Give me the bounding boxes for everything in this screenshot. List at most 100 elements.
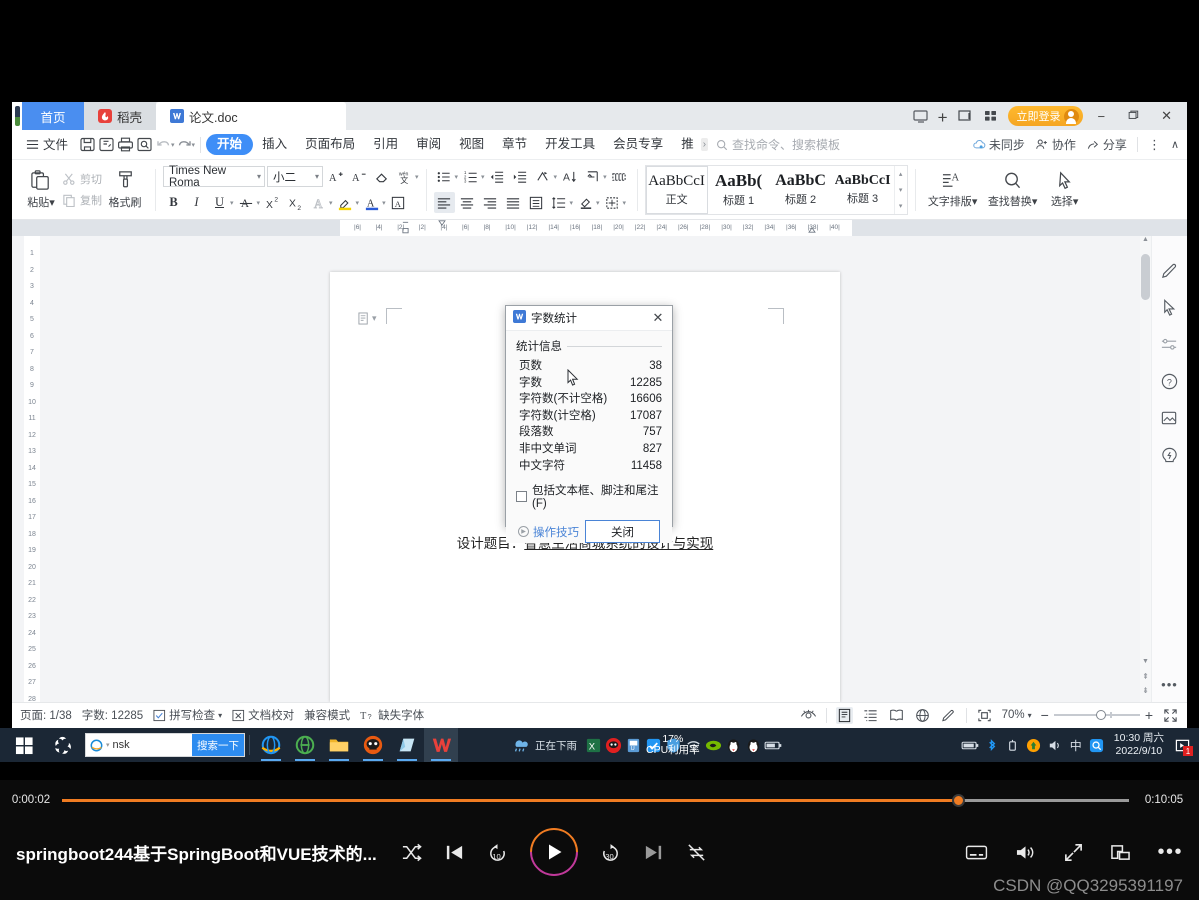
pinyin-guide-button[interactable]: wén 文 [394,166,415,187]
help-icon[interactable]: ? [1160,371,1180,391]
no-repeat-icon[interactable] [686,842,707,863]
fullscreen-button[interactable] [1162,707,1179,724]
next-icon[interactable] [643,842,664,863]
tray-qq-browser-icon[interactable] [1087,733,1107,757]
right-indent-icon[interactable] [808,227,816,235]
taskbar-file-explorer-icon[interactable] [322,728,356,762]
tray-security-shield-icon[interactable] [663,733,683,757]
line-spacing-caret-icon[interactable]: ▾ [570,199,574,207]
menu-tab-page-layout[interactable]: 页面布局 [296,134,364,155]
menu-tab-recommend[interactable]: 推 [672,134,703,155]
superscript-button[interactable]: X2 [262,192,283,213]
font-color-caret-icon[interactable]: ▾ [382,199,386,207]
taskbar-search-box[interactable]: ▾ nsk 搜索一下 [85,733,245,757]
pinyin-caret-icon[interactable]: ▾ [415,173,419,181]
borders-button[interactable] [602,192,623,213]
zoom-in-button[interactable]: + [1145,707,1153,723]
shading-caret-icon[interactable]: ▾ [596,199,600,207]
text-direction-caret-icon[interactable]: ▾ [554,173,558,181]
taskbar-search-button[interactable]: 搜索一下 [192,734,244,756]
line-spacing-button[interactable] [549,192,570,213]
web-layout-button[interactable] [914,707,931,724]
status-compat-mode[interactable]: 兼容模式 [304,707,350,723]
next-page-icon[interactable]: ⇟ [1140,686,1151,700]
pen-tool-icon[interactable] [1160,260,1180,280]
scroll-down-icon[interactable]: ▼ [1140,658,1151,672]
subtitles-icon[interactable] [965,844,988,861]
print-layout-view-button[interactable] [835,706,853,724]
bullet-list-button[interactable] [434,166,455,187]
show-marks-button[interactable] [582,166,603,187]
status-proofread[interactable]: 文档校对 [232,707,294,723]
first-line-indent-icon[interactable] [438,220,446,228]
strikethrough-button[interactable]: A [236,192,257,213]
windows-start-icon[interactable] [3,736,45,755]
login-button[interactable]: 立即登录 [1007,106,1083,126]
style-heading3[interactable]: AaBbCcI 标题 3 [832,166,894,214]
tray-qq-icon-2[interactable] [743,733,763,757]
status-missing-font[interactable]: T? 缺失字体 [360,707,424,723]
menu-tab-view[interactable]: 视图 [450,134,493,155]
styles-scroll-up-icon[interactable]: ▴ [899,170,903,178]
font-size-combobox[interactable]: 小二 ▾ [267,166,323,187]
tray-antivirus-icon[interactable] [603,733,623,757]
status-word-count[interactable]: 字数: 12285 [82,707,143,723]
tray-excel-icon[interactable]: X [583,733,603,757]
dialog-close-button[interactable]: 关闭 [585,520,660,544]
menubar-overflow-button[interactable]: ⋮ [1148,137,1161,153]
font-name-combobox[interactable]: Times New Roma ▾ [163,165,265,189]
styles-scroll-buttons[interactable]: ▴ ▾ ▾ [893,165,907,214]
menu-tab-sections[interactable]: 章节 [493,134,536,155]
scrollbar-thumb[interactable] [1141,254,1150,300]
style-heading2[interactable]: AaBbC 标题 2 [770,166,832,214]
character-border-button[interactable]: A [388,192,409,213]
rewind-10-icon[interactable]: 10 [487,842,508,863]
reading-layout-button[interactable] [888,707,905,724]
tab-daoke[interactable]: 稻壳 [84,102,157,130]
borders-caret-icon[interactable]: ▾ [623,199,627,207]
minimize-button[interactable]: − [1091,109,1113,124]
zoom-knob[interactable] [1095,710,1106,720]
clear-formatting-button[interactable] [371,166,392,187]
maximize-button[interactable] [1120,109,1146,124]
shuffle-icon[interactable] [401,842,422,863]
tray-usb-device-icon[interactable] [1003,733,1023,757]
increase-indent-button[interactable] [510,166,531,187]
menu-tab-insert[interactable]: 插入 [253,134,296,155]
quickbar-more-icon[interactable]: ▾ [192,141,196,149]
share-button[interactable]: 分享 [1086,136,1127,153]
settings-sliders-icon[interactable] [1160,334,1180,354]
text-direction-button[interactable] [533,166,554,187]
show-marks-caret-icon[interactable]: ▾ [603,173,607,181]
operation-tips-link[interactable]: ▶ 操作技巧 [518,524,579,540]
menu-file[interactable]: 文件 [18,134,78,156]
align-left-button[interactable] [433,192,455,213]
sync-status[interactable]: 未同步 [972,136,1025,153]
decrease-indent-button[interactable] [487,166,508,187]
window-restore-icon[interactable] [956,108,974,124]
save-as-cloud-icon[interactable] [97,135,116,154]
tab-document[interactable]: 论文.doc [156,102,347,130]
save-icon[interactable] [78,135,97,154]
collaborate-button[interactable]: 协作 [1035,136,1076,153]
outline-view-button[interactable] [862,707,879,724]
menu-tab-start[interactable]: 开始 [206,134,254,155]
highlight-caret-icon[interactable]: ▾ [356,199,360,207]
tray-battery-icon-1[interactable] [763,733,783,757]
document-scrollbar[interactable]: ▲ ▼ ⇞ ⇟ [1140,236,1151,702]
apps-grid-icon[interactable] [982,108,1000,124]
tray-driver-icon[interactable] [643,733,663,757]
text-effects-caret-icon[interactable]: ▾ [329,199,333,207]
more-options-icon[interactable]: ••• [1157,841,1183,864]
distribute-button[interactable] [526,192,547,213]
search-cortana-icon[interactable] [45,728,79,762]
command-search[interactable]: 查找命令、搜索模板 [716,136,840,153]
ink-annotation-button[interactable] [940,707,957,724]
shading-button[interactable] [575,192,596,213]
tray-bluetooth-icon[interactable] [982,733,1002,757]
tray-qq-icon-1[interactable] [723,733,743,757]
underline-caret-icon[interactable]: ▾ [230,199,234,207]
cut-button[interactable]: 剪切 [62,171,102,187]
print-preview-icon[interactable] [135,135,154,154]
taskbar-sticky-notes-icon[interactable] [390,728,424,762]
